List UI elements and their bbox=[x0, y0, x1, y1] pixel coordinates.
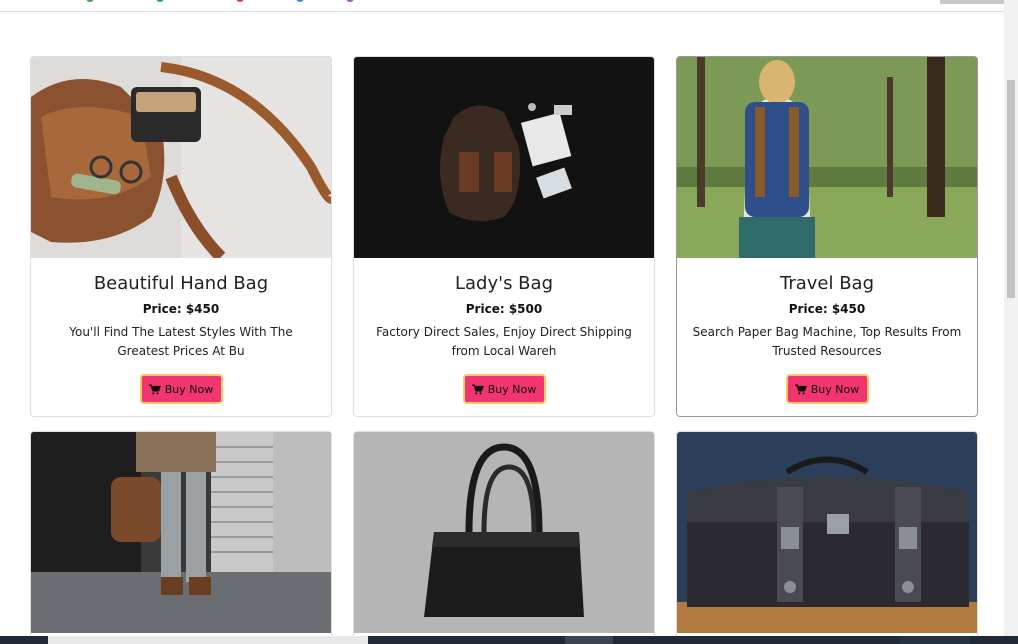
product-image-leather-trunk bbox=[677, 432, 977, 633]
product-image-hand-bag bbox=[31, 57, 331, 258]
product-title: Lady's Bag bbox=[455, 273, 553, 294]
product-image-backpack-man bbox=[31, 432, 331, 633]
product-image-travel-bag bbox=[677, 57, 977, 258]
buy-now-label: Buy Now bbox=[810, 382, 860, 396]
product-title: Travel Bag bbox=[779, 273, 875, 294]
product-price: Price: $450 bbox=[788, 302, 866, 316]
scrollbar-thumb[interactable] bbox=[1007, 80, 1015, 298]
window-control-edge bbox=[940, 0, 1004, 4]
taskbar-clock[interactable] bbox=[900, 636, 970, 644]
product-title: Beautiful Hand Bag bbox=[93, 273, 269, 294]
product-card bbox=[676, 431, 978, 641]
product-card: Travel Bag Price: $450 Search Paper Bag … bbox=[676, 56, 978, 417]
taskbar-edge bbox=[0, 636, 1018, 644]
product-card: Beautiful Hand Bag Price: $450 You'll Fi… bbox=[30, 56, 332, 417]
product-card bbox=[30, 431, 332, 641]
taskbar-search-box[interactable] bbox=[48, 636, 368, 644]
buy-now-button[interactable]: Buy Now bbox=[139, 374, 223, 404]
product-image-ladys-bag bbox=[354, 57, 654, 258]
buy-now-button[interactable]: Buy Now bbox=[462, 374, 546, 404]
buy-now-label: Buy Now bbox=[487, 382, 537, 396]
browser-top-edge bbox=[0, 0, 1004, 12]
product-grid: Beautiful Hand Bag Price: $450 You'll Fi… bbox=[30, 56, 978, 641]
product-description: You'll Find The Latest Styles With The G… bbox=[69, 325, 293, 358]
bookmark-icons-strip bbox=[60, 0, 360, 3]
buy-now-button[interactable]: Buy Now bbox=[785, 374, 869, 404]
shopping-cart-icon bbox=[471, 384, 484, 394]
card-body: Travel Bag Price: $450 Search Paper Bag … bbox=[677, 273, 977, 404]
product-card bbox=[353, 431, 655, 641]
product-description: Search Paper Bag Machine, Top Results Fr… bbox=[692, 325, 962, 358]
product-description: Factory Direct Sales, Enjoy Direct Shipp… bbox=[376, 325, 632, 358]
shopping-cart-icon bbox=[794, 384, 807, 394]
product-card: Lady's Bag Price: $500 Factory Direct Sa… bbox=[353, 56, 655, 417]
product-image-black-handbag bbox=[354, 432, 654, 633]
product-price: Price: $500 bbox=[465, 302, 543, 316]
vertical-scrollbar[interactable] bbox=[1004, 0, 1018, 636]
shopping-cart-icon bbox=[148, 384, 161, 394]
buy-now-label: Buy Now bbox=[164, 382, 214, 396]
product-price: Price: $450 bbox=[142, 302, 220, 316]
taskbar-app-icon[interactable] bbox=[565, 636, 613, 644]
card-body: Beautiful Hand Bag Price: $450 You'll Fi… bbox=[31, 273, 331, 404]
card-body: Lady's Bag Price: $500 Factory Direct Sa… bbox=[354, 273, 654, 404]
